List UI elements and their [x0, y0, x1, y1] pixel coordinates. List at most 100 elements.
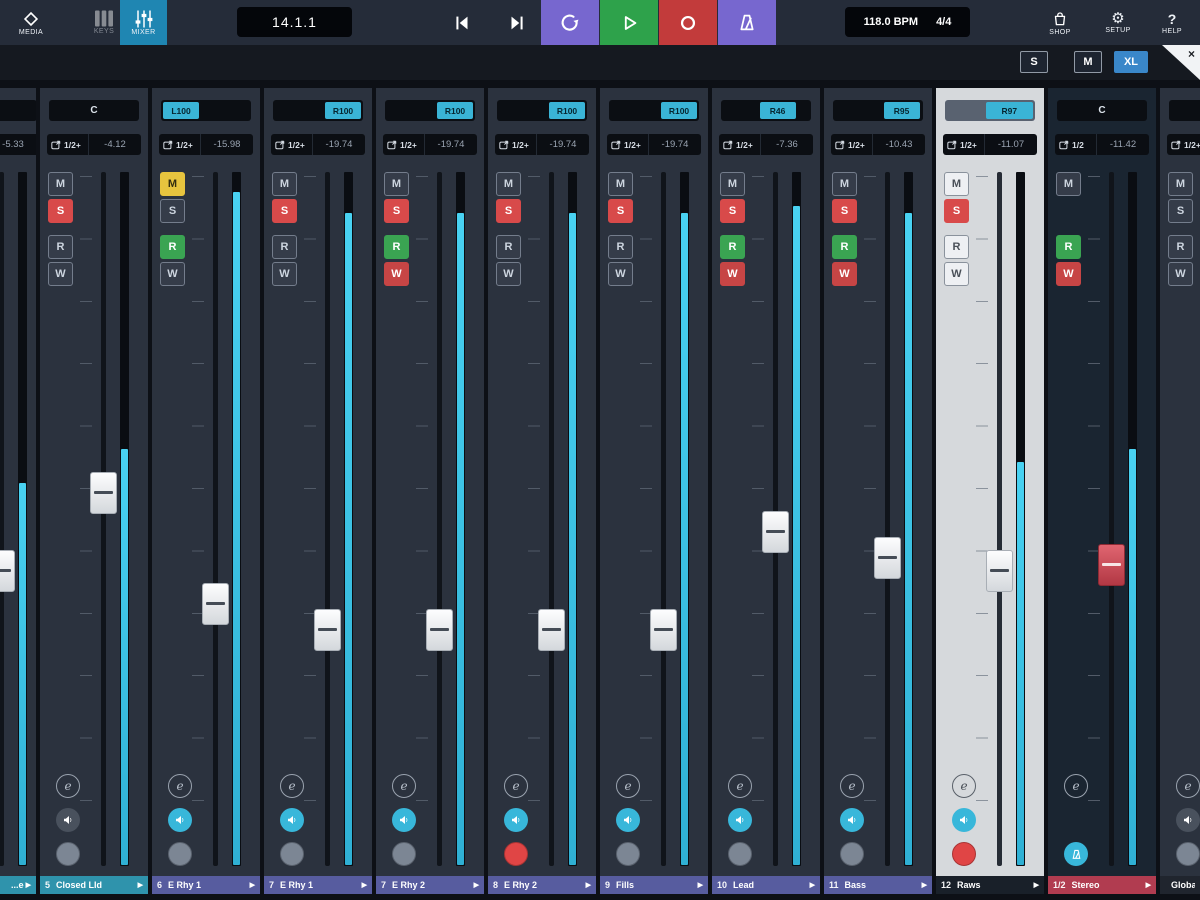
fader-track[interactable]: [661, 172, 666, 866]
channel-settings-button[interactable]: e: [728, 774, 752, 798]
channel-settings-button[interactable]: e: [840, 774, 864, 798]
pan-slider[interactable]: C: [49, 100, 139, 121]
pan-slider[interactable]: [1169, 100, 1200, 121]
channel-settings-button[interactable]: e: [280, 774, 304, 798]
channel-name-label[interactable]: 1/2Stereo▶: [1048, 876, 1156, 894]
pan-slider[interactable]: R95: [833, 100, 923, 121]
output-routing-button[interactable]: 1/2+: [719, 134, 761, 155]
write-automation-button[interactable]: W: [944, 262, 969, 286]
fader-track[interactable]: [437, 172, 442, 866]
solo-button[interactable]: S: [160, 199, 185, 223]
write-automation-button[interactable]: W: [1168, 262, 1193, 286]
skip-forward-button[interactable]: [492, 0, 542, 45]
solo-button[interactable]: S: [608, 199, 633, 223]
fader-handle[interactable]: [202, 583, 229, 625]
play-button[interactable]: [600, 0, 658, 45]
channel-name-label[interactable]: 7E Rhy 1▶: [264, 876, 372, 894]
channel-name-label[interactable]: Global: [1160, 876, 1200, 894]
fader-handle[interactable]: [874, 537, 901, 579]
channel-name-label[interactable]: ...ed▶: [0, 876, 36, 894]
fader-track[interactable]: [325, 172, 330, 866]
channel-name-label[interactable]: 11Bass▶: [824, 876, 932, 894]
read-automation-button[interactable]: R: [272, 235, 297, 259]
mixer-size-small-button[interactable]: S: [1020, 51, 1048, 73]
fader-track[interactable]: [0, 172, 4, 866]
mixer-size-xl-button[interactable]: XL: [1114, 51, 1148, 73]
pan-slider[interactable]: C: [1057, 100, 1147, 121]
write-automation-button[interactable]: W: [160, 262, 185, 286]
media-button[interactable]: MEDIA: [6, 0, 56, 45]
mute-button[interactable]: M: [944, 172, 969, 196]
keys-button[interactable]: KEYS: [86, 0, 122, 45]
fader-handle[interactable]: [762, 511, 789, 553]
record-arm-button[interactable]: [280, 842, 304, 866]
monitor-button[interactable]: [840, 808, 864, 832]
monitor-button[interactable]: [168, 808, 192, 832]
output-routing-button[interactable]: 1/2: [1055, 134, 1097, 155]
metronome-button[interactable]: [718, 0, 776, 45]
mute-button[interactable]: M: [832, 172, 857, 196]
channel-name-label[interactable]: 5Closed LId▶: [40, 876, 148, 894]
monitor-button[interactable]: [616, 808, 640, 832]
channel-name-label[interactable]: 10Lead▶: [712, 876, 820, 894]
output-routing-button[interactable]: 1/2+: [159, 134, 201, 155]
mute-button[interactable]: M: [384, 172, 409, 196]
fader-track[interactable]: [213, 172, 218, 866]
solo-button[interactable]: S: [48, 199, 73, 223]
channel-name-label[interactable]: 7E Rhy 2▶: [376, 876, 484, 894]
monitor-button[interactable]: [1176, 808, 1200, 832]
channel-settings-button[interactable]: e: [616, 774, 640, 798]
skip-back-button[interactable]: [437, 0, 487, 45]
mute-button[interactable]: M: [48, 172, 73, 196]
pan-slider[interactable]: R100: [273, 100, 363, 121]
mute-button[interactable]: M: [160, 172, 185, 196]
fader-handle[interactable]: [650, 609, 677, 651]
output-routing-button[interactable]: 1/2+: [607, 134, 649, 155]
write-automation-button[interactable]: W: [1056, 262, 1081, 286]
pan-slider[interactable]: R100: [385, 100, 475, 121]
monitor-button[interactable]: [56, 808, 80, 832]
monitor-button[interactable]: [728, 808, 752, 832]
output-routing-button[interactable]: 1/2+: [383, 134, 425, 155]
read-automation-button[interactable]: R: [1056, 235, 1081, 259]
read-automation-button[interactable]: R: [608, 235, 633, 259]
write-automation-button[interactable]: W: [48, 262, 73, 286]
write-automation-button[interactable]: W: [272, 262, 297, 286]
output-routing-button[interactable]: 1/2+: [1167, 134, 1200, 155]
record-arm-button[interactable]: [840, 842, 864, 866]
record-arm-button[interactable]: [952, 842, 976, 866]
fader-handle[interactable]: [314, 609, 341, 651]
fader-handle[interactable]: [426, 609, 453, 651]
channel-settings-button[interactable]: e: [392, 774, 416, 798]
channel-settings-button[interactable]: e: [56, 774, 80, 798]
metronome-badge-button[interactable]: [1064, 842, 1088, 866]
loop-button[interactable]: [541, 0, 599, 45]
pan-slider[interactable]: L100: [161, 100, 251, 121]
fader-track[interactable]: [997, 172, 1002, 866]
record-arm-button[interactable]: [1176, 842, 1200, 866]
fader-track[interactable]: [101, 172, 106, 866]
shop-button[interactable]: SHOP: [1040, 0, 1080, 45]
solo-button[interactable]: S: [720, 199, 745, 223]
mute-button[interactable]: M: [720, 172, 745, 196]
record-button[interactable]: [659, 0, 717, 45]
write-automation-button[interactable]: W: [608, 262, 633, 286]
mixer-button[interactable]: MIXER: [120, 0, 167, 45]
pan-slider[interactable]: [0, 100, 36, 121]
record-arm-button[interactable]: [392, 842, 416, 866]
record-arm-button[interactable]: [56, 842, 80, 866]
record-arm-button[interactable]: [504, 842, 528, 866]
channel-name-label[interactable]: 12Raws▶: [936, 876, 1044, 894]
write-automation-button[interactable]: W: [832, 262, 857, 286]
fader-handle[interactable]: [986, 550, 1013, 592]
fader-track[interactable]: [549, 172, 554, 866]
solo-button[interactable]: S: [1168, 199, 1193, 223]
monitor-button[interactable]: [280, 808, 304, 832]
monitor-button[interactable]: [392, 808, 416, 832]
setup-button[interactable]: ⚙ SETUP: [1096, 0, 1140, 45]
write-automation-button[interactable]: W: [384, 262, 409, 286]
mute-button[interactable]: M: [496, 172, 521, 196]
read-automation-button[interactable]: R: [1168, 235, 1193, 259]
channel-settings-button[interactable]: e: [1176, 774, 1200, 798]
read-automation-button[interactable]: R: [384, 235, 409, 259]
